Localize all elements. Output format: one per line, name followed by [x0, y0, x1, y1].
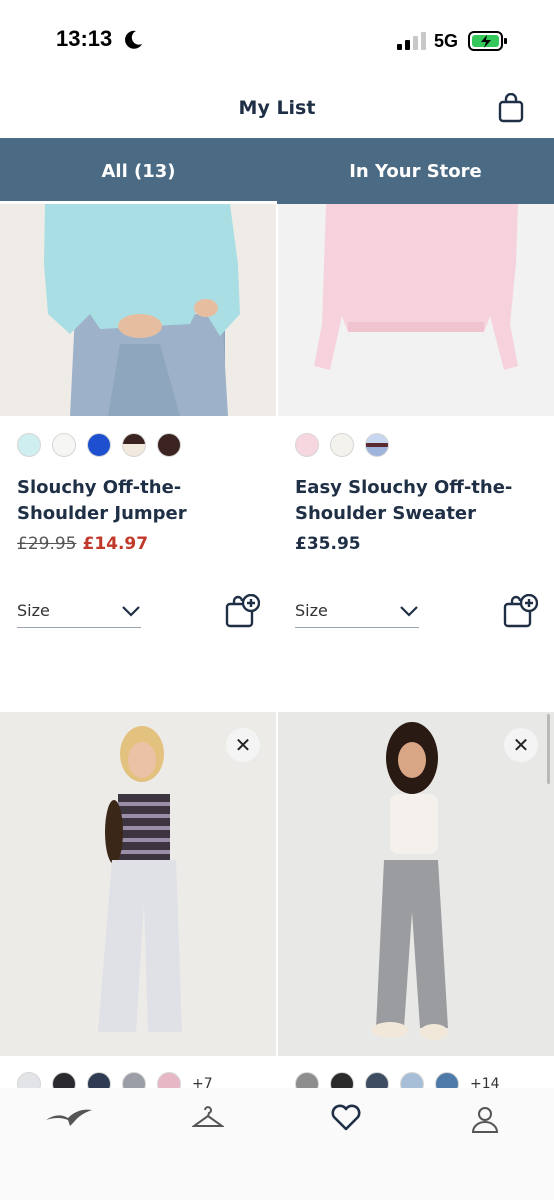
battery-icon — [468, 31, 507, 51]
color-swatch[interactable] — [52, 433, 76, 457]
sale-price: £14.97 — [82, 534, 149, 554]
color-swatch[interactable] — [122, 433, 146, 457]
tab-bar: All (13) In Your Store — [0, 138, 554, 204]
chevron-down-icon — [400, 605, 418, 617]
moon-icon — [125, 30, 142, 49]
nav-account[interactable] — [416, 1088, 554, 1200]
tab-all-label: All (13) — [101, 160, 176, 182]
tab-in-your-store-label: In Your Store — [349, 160, 482, 182]
signal-icon — [397, 32, 426, 50]
product-card: Slouchy Off-the-Shoulder Jumper £29.95 £1… — [0, 204, 276, 708]
product-card: Easy Slouchy Off-the-Shoulder Sweater £3… — [278, 204, 554, 708]
remove-item-button[interactable]: ✕ — [504, 728, 538, 762]
shopping-bag-icon[interactable] — [498, 93, 524, 123]
product-card: ✕ +7 — [0, 712, 276, 1096]
scrollbar[interactable] — [547, 714, 550, 784]
color-swatch[interactable] — [17, 433, 41, 457]
account-icon — [471, 1107, 498, 1133]
add-to-bag-icon[interactable] — [224, 594, 260, 630]
size-label: Size — [295, 601, 328, 620]
color-swatch[interactable] — [295, 433, 319, 457]
color-swatch[interactable] — [330, 433, 354, 457]
close-icon: ✕ — [512, 733, 530, 757]
tab-in-your-store[interactable]: In Your Store — [277, 138, 554, 204]
size-dropdown[interactable]: Size — [295, 594, 419, 628]
product-price: £29.95 £14.97 — [17, 534, 148, 554]
product-name[interactable]: Slouchy Off-the-Shoulder Jumper — [17, 475, 267, 527]
status-bar: 13:13 5G — [0, 0, 554, 80]
size-label: Size — [17, 601, 50, 620]
product-image[interactable] — [0, 204, 276, 416]
tab-all[interactable]: All (13) — [0, 138, 277, 204]
nav-my-list[interactable] — [277, 1088, 416, 1200]
header: My List — [0, 80, 554, 138]
network-label: 5G — [434, 31, 459, 51]
nav-home[interactable] — [0, 1088, 139, 1200]
remove-item-button[interactable]: ✕ — [226, 728, 260, 762]
color-swatch[interactable] — [365, 433, 389, 457]
color-swatch[interactable] — [87, 433, 111, 457]
product-price: £35.95 — [295, 534, 361, 554]
color-swatch[interactable] — [157, 433, 181, 457]
product-image[interactable] — [278, 712, 554, 1056]
product-image[interactable] — [278, 204, 554, 416]
size-dropdown[interactable]: Size — [17, 594, 141, 628]
product-name[interactable]: Easy Slouchy Off-the-Shoulder Sweater — [295, 475, 545, 527]
seagull-logo-icon — [46, 1109, 93, 1126]
add-to-bag-icon[interactable] — [502, 594, 538, 630]
status-time: 13:13 — [56, 26, 113, 51]
chevron-down-icon — [122, 605, 140, 617]
nav-shop[interactable] — [139, 1088, 278, 1200]
color-swatches — [17, 433, 181, 457]
original-price: £29.95 — [17, 534, 77, 554]
close-icon: ✕ — [234, 733, 252, 757]
product-card: ✕ +14 — [278, 712, 554, 1096]
color-swatches — [295, 433, 389, 457]
heart-icon — [331, 1104, 361, 1131]
product-image[interactable] — [0, 712, 276, 1056]
page-title: My List — [238, 97, 316, 119]
hanger-icon — [191, 1106, 224, 1127]
bottom-nav — [0, 1088, 554, 1200]
